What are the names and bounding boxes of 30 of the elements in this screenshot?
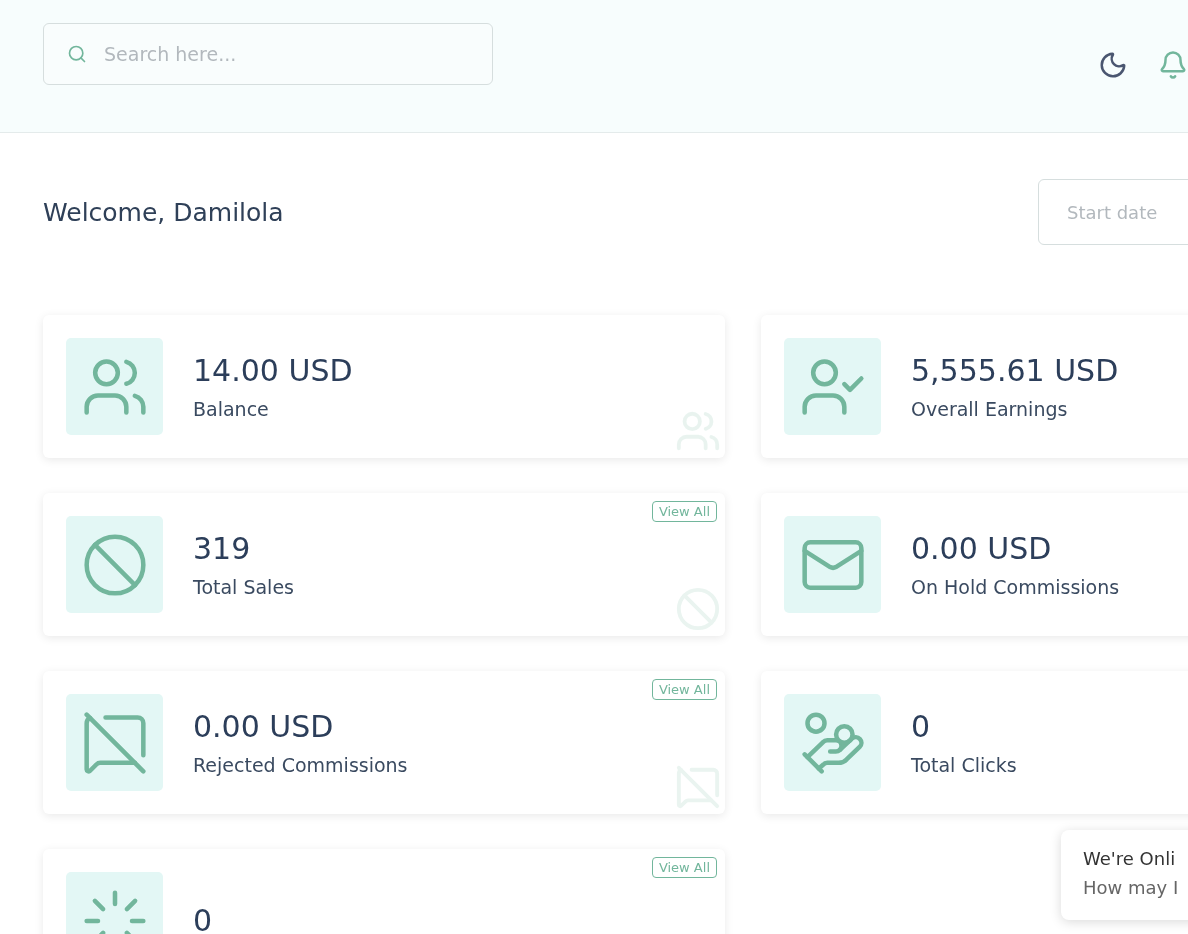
stat-value: 319 bbox=[193, 531, 252, 566]
date-range-field[interactable]: Start date bbox=[1038, 179, 1188, 245]
ban-icon bbox=[66, 516, 163, 613]
view-all-button[interactable]: View All bbox=[651, 857, 717, 878]
envelope-icon bbox=[784, 516, 881, 613]
stat-label: Overall Earnings bbox=[911, 398, 1069, 420]
stat-value: 0.00 USD bbox=[911, 531, 1053, 566]
search-field[interactable]: Search here... bbox=[43, 23, 493, 85]
chat-title: We're Onli bbox=[1083, 848, 1177, 869]
stat-value: 5,555.61 USD bbox=[911, 353, 1119, 388]
message-off-icon bbox=[66, 694, 163, 791]
welcome-heading: Welcome, Damilola bbox=[43, 197, 284, 227]
stat-value: 14.00 USD bbox=[193, 353, 353, 388]
chat-popup[interactable]: We're Onli How may I bbox=[1061, 830, 1188, 920]
search-icon bbox=[67, 44, 87, 64]
stat-label: Rejected Commissions bbox=[193, 754, 408, 776]
view-all-button[interactable]: View All bbox=[651, 501, 717, 522]
chat-subtitle: How may I bbox=[1083, 877, 1180, 898]
stat-label: Total Sales bbox=[193, 576, 294, 598]
stat-label: Total Clicks bbox=[911, 754, 1017, 776]
hand-coin-icon bbox=[784, 694, 881, 791]
view-all-button[interactable]: View All bbox=[651, 679, 717, 700]
stat-label: Balance bbox=[193, 398, 270, 420]
stat-label: On Hold Commissions bbox=[911, 576, 1120, 598]
moon-icon[interactable] bbox=[1098, 50, 1128, 80]
stat-value: 0 bbox=[193, 903, 213, 934]
stat-value: 0 bbox=[911, 709, 932, 744]
stat-value: 0.00 USD bbox=[193, 709, 335, 744]
user-check-icon bbox=[784, 338, 881, 435]
people-icon bbox=[66, 338, 163, 435]
